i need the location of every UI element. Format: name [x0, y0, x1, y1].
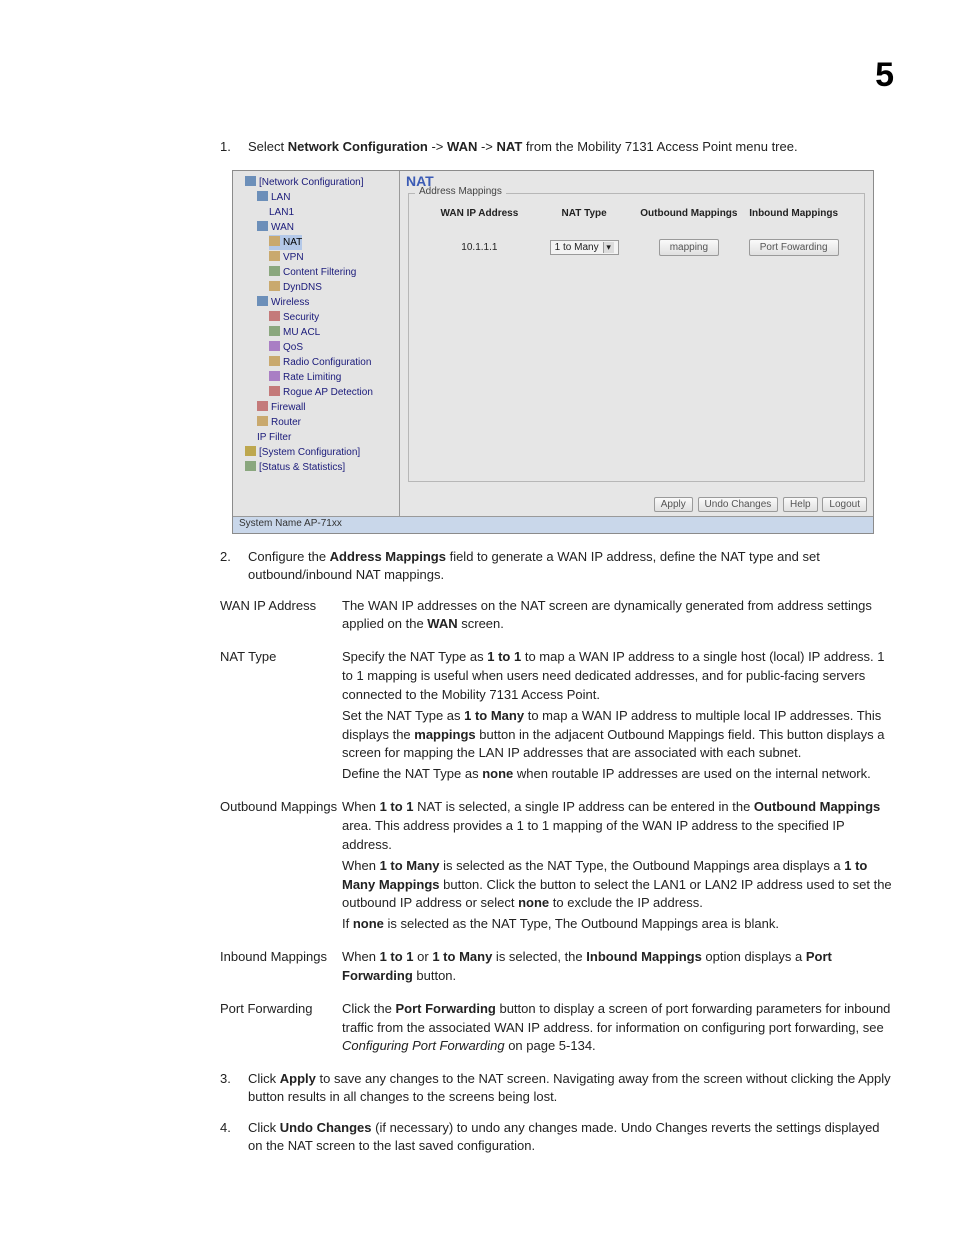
def-outbound: Outbound Mappings When 1 to 1 NAT is sel… — [220, 798, 894, 936]
step-4-bold: Undo Changes — [280, 1120, 372, 1135]
step-1-text-b: from the Mobility 7131 Access Point menu… — [522, 139, 797, 154]
step-2-num: 2. — [220, 548, 248, 566]
tree-vpn[interactable]: VPN — [235, 250, 397, 265]
step-2: 2. Configure the Address Mappings field … — [220, 548, 894, 584]
tree-firewall[interactable]: Firewall — [235, 400, 397, 415]
col-inbound: Inbound Mappings — [741, 208, 846, 219]
tree-wan[interactable]: WAN — [235, 220, 397, 235]
tree-mu-acl[interactable]: MU ACL — [235, 325, 397, 340]
address-mappings-fieldset: Address Mappings WAN IP Address NAT Type… — [408, 193, 865, 482]
tree-ip-filter[interactable]: IP Filter — [235, 430, 397, 445]
fieldset-legend: Address Mappings — [415, 186, 506, 197]
col-wan-ip: WAN IP Address — [427, 208, 532, 219]
mapping-row: 10.1.1.1 1 to Many▾ mapping Port Fowardi… — [409, 233, 864, 256]
folder-icon — [269, 311, 280, 321]
wan-ip-value: 10.1.1.1 — [427, 242, 532, 253]
nat-type-select[interactable]: 1 to Many▾ — [550, 240, 619, 255]
step-2-text-a: Configure the — [248, 549, 330, 564]
folder-icon — [257, 221, 268, 231]
step-3-text-b: to save any changes to the NAT screen. N… — [248, 1071, 891, 1104]
tree-router[interactable]: Router — [235, 415, 397, 430]
tree-security[interactable]: Security — [235, 310, 397, 325]
port-forwarding-button[interactable]: Port Fowarding — [749, 239, 839, 256]
folder-icon — [269, 281, 280, 291]
tree-network-configuration[interactable]: [Network Configuration] — [235, 175, 397, 190]
folder-icon — [269, 356, 280, 366]
tree-rogue-ap-detection[interactable]: Rogue AP Detection — [235, 385, 397, 400]
folder-icon — [245, 176, 256, 186]
folder-icon — [257, 401, 268, 411]
tree-nat[interactable]: NAT — [269, 235, 302, 250]
step-3-text-a: Click — [248, 1071, 280, 1086]
folder-icon — [257, 296, 268, 306]
folder-icon — [257, 416, 268, 426]
folder-icon — [245, 461, 256, 471]
def-port-forwarding-term: Port Forwarding — [220, 1000, 342, 1019]
step-1-sep-1: -> — [428, 139, 447, 154]
step-1-sep-2: -> — [477, 139, 496, 154]
step-1-num: 1. — [220, 138, 248, 156]
logout-button[interactable]: Logout — [822, 497, 867, 512]
step-3: 3. Click Apply to save any changes to th… — [220, 1070, 894, 1106]
folder-icon — [257, 191, 268, 201]
tree-lan1[interactable]: LAN1 — [235, 205, 397, 220]
tree-radio-configuration[interactable]: Radio Configuration — [235, 355, 397, 370]
step-2-bold: Address Mappings — [330, 549, 446, 564]
folder-icon — [269, 371, 280, 381]
step-1: 1. Select Network Configuration -> WAN -… — [220, 138, 894, 156]
def-inbound-term: Inbound Mappings — [220, 948, 342, 967]
menu-tree: [Network Configuration] LAN LAN1 WAN NAT… — [233, 171, 400, 516]
folder-icon — [269, 386, 280, 396]
tree-system-configuration[interactable]: [System Configuration] — [235, 445, 397, 460]
step-1-bold-2: WAN — [447, 139, 477, 154]
step-1-bold-1: Network Configuration — [288, 139, 428, 154]
tree-status-statistics[interactable]: [Status & Statistics] — [235, 460, 397, 475]
def-inbound: Inbound Mappings When 1 to 1 or 1 to Man… — [220, 948, 894, 988]
help-button[interactable]: Help — [783, 497, 818, 512]
step-1-bold-3: NAT — [497, 139, 523, 154]
step-3-num: 3. — [220, 1070, 248, 1088]
folder-icon — [245, 446, 256, 456]
tree-rate-limiting[interactable]: Rate Limiting — [235, 370, 397, 385]
apply-button[interactable]: Apply — [654, 497, 693, 512]
def-wan-ip: WAN IP Address The WAN IP addresses on t… — [220, 597, 894, 637]
step-3-bold: Apply — [280, 1071, 316, 1086]
mapping-button[interactable]: mapping — [659, 239, 719, 256]
step-1-text-a: Select — [248, 139, 288, 154]
tree-qos[interactable]: QoS — [235, 340, 397, 355]
definition-table: WAN IP Address The WAN IP addresses on t… — [220, 597, 894, 1059]
def-nat-type: NAT Type Specify the NAT Type as 1 to 1 … — [220, 648, 894, 786]
folder-icon — [269, 326, 280, 336]
step-4-text-a: Click — [248, 1120, 280, 1135]
nat-screenshot: [Network Configuration] LAN LAN1 WAN NAT… — [232, 170, 874, 534]
folder-icon — [269, 236, 280, 246]
def-port-forwarding: Port Forwarding Click the Port Forwardin… — [220, 1000, 894, 1059]
col-outbound: Outbound Mappings — [637, 208, 742, 219]
tree-content-filtering[interactable]: Content Filtering — [235, 265, 397, 280]
folder-icon — [269, 266, 280, 276]
step-4: 4. Click Undo Changes (if necessary) to … — [220, 1119, 894, 1155]
step-4-num: 4. — [220, 1119, 248, 1137]
tree-wireless[interactable]: Wireless — [235, 295, 397, 310]
undo-changes-button[interactable]: Undo Changes — [698, 497, 779, 512]
tree-dyndns[interactable]: DynDNS — [235, 280, 397, 295]
chapter-number: 5 — [875, 58, 894, 92]
def-wan-ip-term: WAN IP Address — [220, 597, 342, 616]
def-outbound-term: Outbound Mappings — [220, 798, 342, 817]
def-nat-type-term: NAT Type — [220, 648, 342, 667]
col-nat-type: NAT Type — [532, 208, 637, 219]
chevron-down-icon: ▾ — [603, 242, 614, 253]
status-bar: System Name AP-71xx — [233, 516, 873, 533]
folder-icon — [269, 341, 280, 351]
folder-icon — [269, 251, 280, 261]
tree-lan[interactable]: LAN — [235, 190, 397, 205]
